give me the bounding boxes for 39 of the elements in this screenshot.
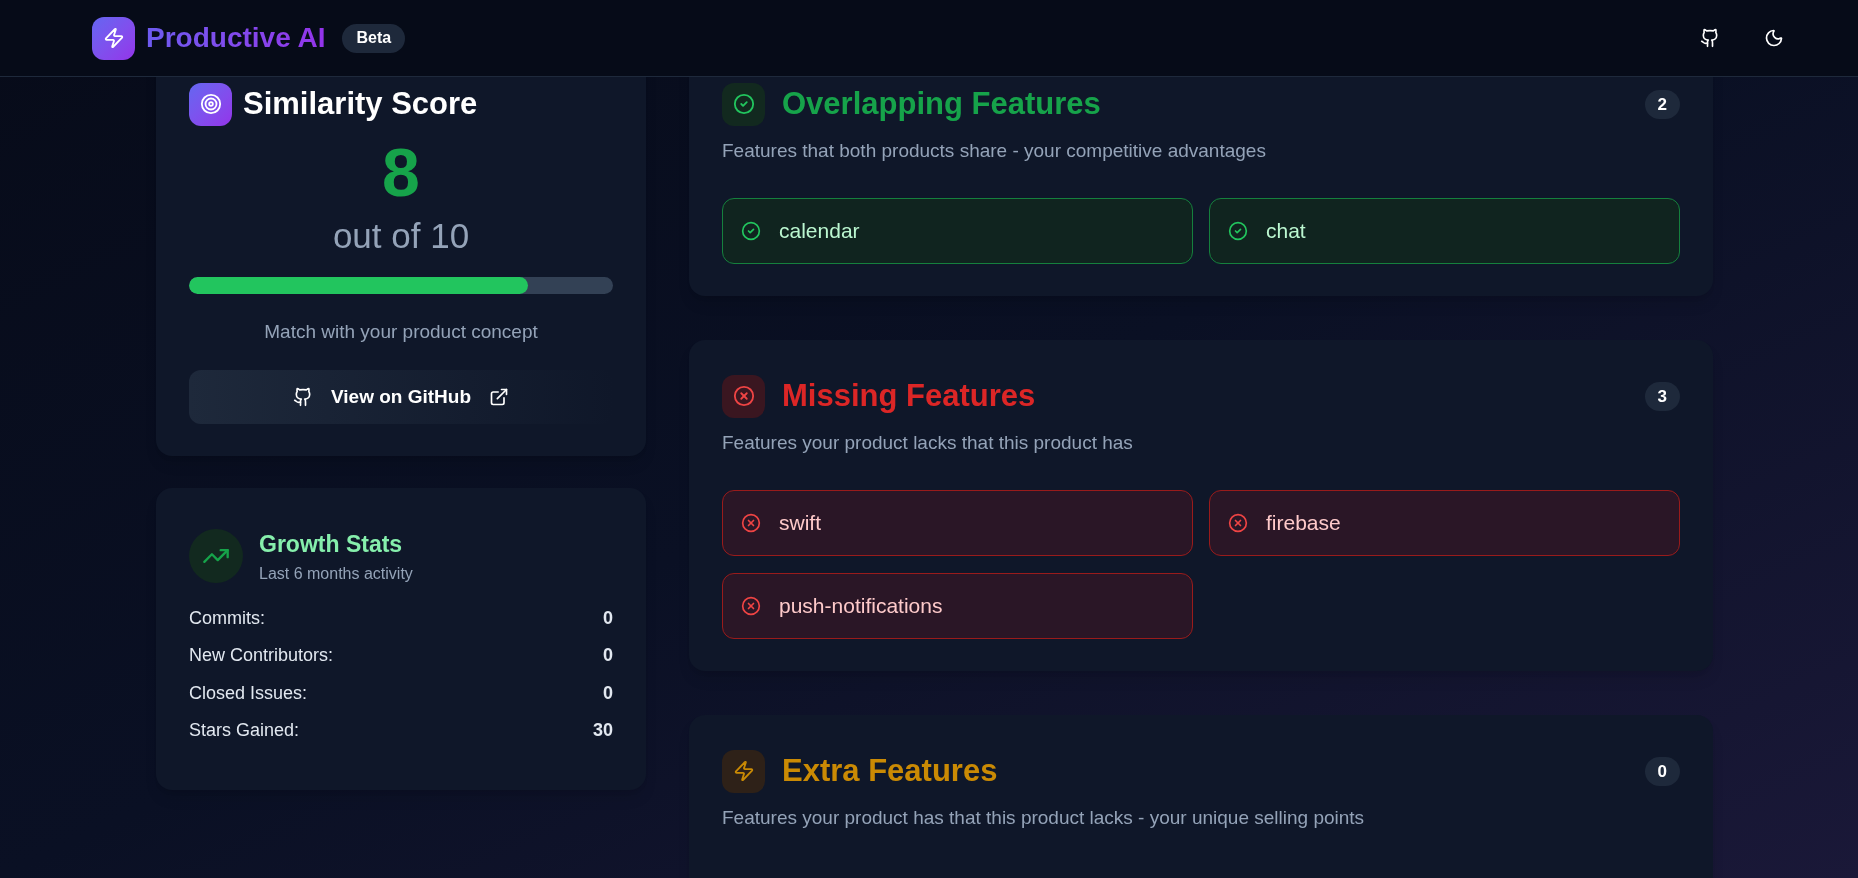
stat-label: Stars Gained:: [189, 719, 300, 743]
external-link-icon: [489, 387, 509, 407]
score-caption: Match with your product concept: [263, 319, 539, 344]
feature-label: calendar: [779, 218, 860, 245]
growth-subtitle: Last 6 months activity: [259, 563, 413, 584]
section-description: Features your product has that this product lacks - your unique selling points: [722, 805, 1366, 830]
feature-label: firebase: [1266, 510, 1341, 537]
logo-icon: [92, 16, 135, 60]
feature-label: chat: [1266, 218, 1306, 245]
x-circle-icon: [741, 596, 761, 616]
beta-badge: Beta: [342, 23, 406, 53]
check-circle-icon: [741, 221, 761, 241]
target-icon: [189, 82, 232, 126]
stat-value: 0: [603, 606, 613, 630]
count-badge: 3: [1644, 381, 1680, 411]
section-title: Extra Features: [782, 752, 998, 790]
stat-label: New Contributors:: [189, 644, 334, 668]
section-description: Features your product lacks that this product has: [722, 430, 1134, 455]
stat-value: 0: [603, 644, 613, 668]
score-value: 8: [382, 132, 420, 212]
stat-label: Commits:: [189, 606, 265, 630]
feature-label: swift: [779, 510, 821, 537]
count-badge: 2: [1644, 89, 1680, 119]
stat-label: Closed Issues:: [189, 681, 308, 705]
feature-label: push-notifications: [779, 593, 943, 620]
section-description: Features that both products share - your competitive advantages: [722, 138, 1267, 163]
count-badge: 0: [1644, 756, 1680, 786]
check-circle-icon: [1228, 221, 1248, 241]
score-scale: out of 10: [332, 214, 470, 257]
lightning-icon: [722, 749, 765, 793]
card-title: Similarity Score: [243, 85, 478, 123]
stat-value: 0: [603, 681, 613, 705]
x-circle-icon: [741, 513, 761, 533]
growth-title: Growth Stats: [259, 530, 404, 559]
x-circle-icon: [1228, 513, 1248, 533]
section-title: Overlapping Features: [782, 85, 1101, 123]
section-title: Missing Features: [782, 377, 1036, 415]
github-icon: [292, 387, 313, 407]
stat-value: 30: [592, 719, 613, 743]
